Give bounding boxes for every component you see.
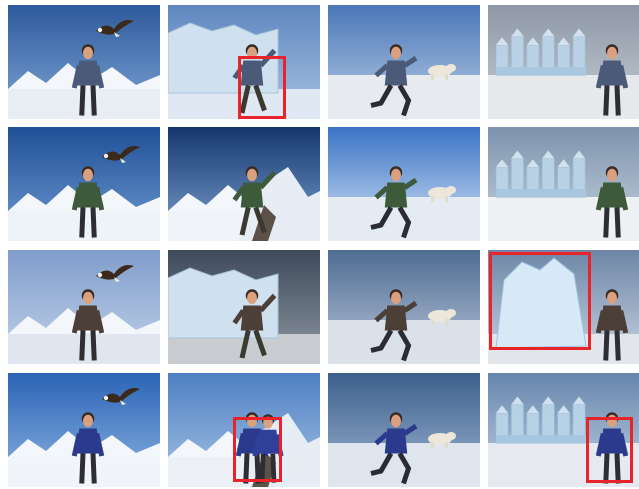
tile-image xyxy=(328,5,480,119)
image-tile-eagle-alps[interactable] xyxy=(8,373,160,487)
image-tile-eagle-snowy-peaks[interactable] xyxy=(8,5,160,119)
tile-image xyxy=(8,250,160,364)
image-tile-ice-sculpture[interactable] xyxy=(488,250,639,364)
image-tile-glacier-wall[interactable] xyxy=(168,250,320,364)
image-tile-ice-castle-cloudy[interactable] xyxy=(488,127,639,241)
image-tile-polar-plain-sun[interactable] xyxy=(328,127,480,241)
tile-image xyxy=(328,250,480,364)
image-tile-eagle-glacier[interactable] xyxy=(8,250,160,364)
tile-image xyxy=(168,127,320,241)
image-tile-mountain-summit[interactable] xyxy=(168,127,320,241)
tile-image xyxy=(8,373,160,487)
tile-image xyxy=(328,127,480,241)
tile-image xyxy=(8,127,160,241)
tile-image xyxy=(168,5,320,119)
tile-image xyxy=(488,250,639,364)
tile-image xyxy=(8,5,160,119)
image-tile-ice-castle-blue[interactable] xyxy=(488,373,639,487)
image-tile-frozen-harbor[interactable] xyxy=(328,5,480,119)
tile-image xyxy=(168,250,320,364)
image-tile-snow-mountain-pair[interactable] xyxy=(168,373,320,487)
tile-image xyxy=(328,373,480,487)
image-tile-eagle-snow-ridge[interactable] xyxy=(8,127,160,241)
tile-image xyxy=(168,373,320,487)
image-tile-polar-bear-plain[interactable] xyxy=(328,250,480,364)
image-tile-ice-cliff[interactable] xyxy=(168,5,320,119)
tile-image xyxy=(488,5,639,119)
image-grid xyxy=(0,0,639,489)
tile-image xyxy=(488,373,639,487)
image-tile-ice-castle[interactable] xyxy=(488,5,639,119)
image-tile-polar-bear-dusk[interactable] xyxy=(328,373,480,487)
tile-image xyxy=(488,127,639,241)
